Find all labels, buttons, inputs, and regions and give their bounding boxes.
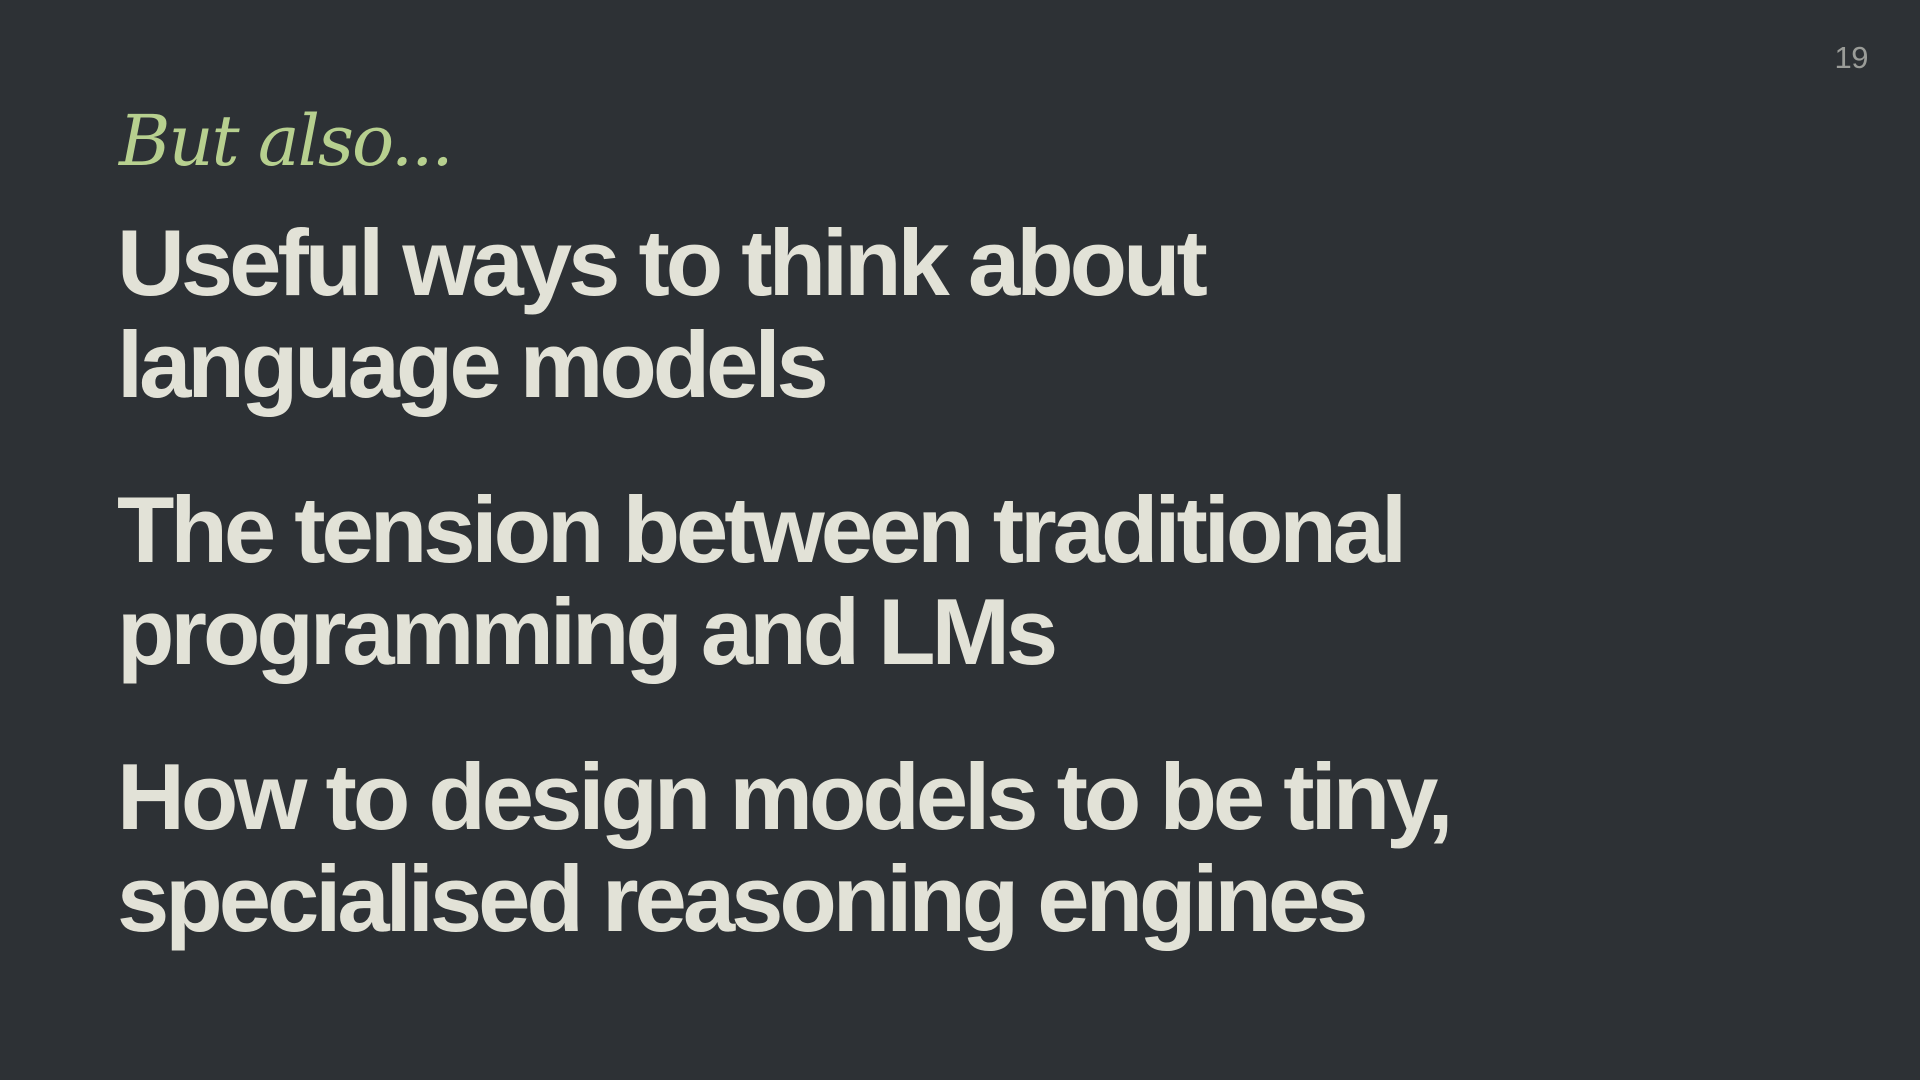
point-line: language models bbox=[117, 312, 829, 417]
point-line: specialised reasoning engines bbox=[117, 846, 1369, 951]
slide: 19 But also... Useful ways to think abou… bbox=[0, 0, 1920, 1080]
point-item: The tension between traditional programm… bbox=[117, 479, 1797, 683]
page-number: 19 bbox=[1834, 40, 1869, 75]
point-line: programming and LMs bbox=[117, 579, 1058, 684]
slide-kicker: But also... bbox=[119, 100, 454, 182]
point-list: Useful ways to think about language mode… bbox=[117, 212, 1797, 1013]
point-line: The tension between traditional bbox=[117, 477, 1407, 582]
point-item: Useful ways to think about language mode… bbox=[117, 212, 1797, 416]
point-line: How to design models to be tiny, bbox=[117, 744, 1454, 849]
point-item: How to design models to be tiny, special… bbox=[117, 746, 1797, 950]
point-line: Useful ways to think about bbox=[117, 210, 1208, 315]
